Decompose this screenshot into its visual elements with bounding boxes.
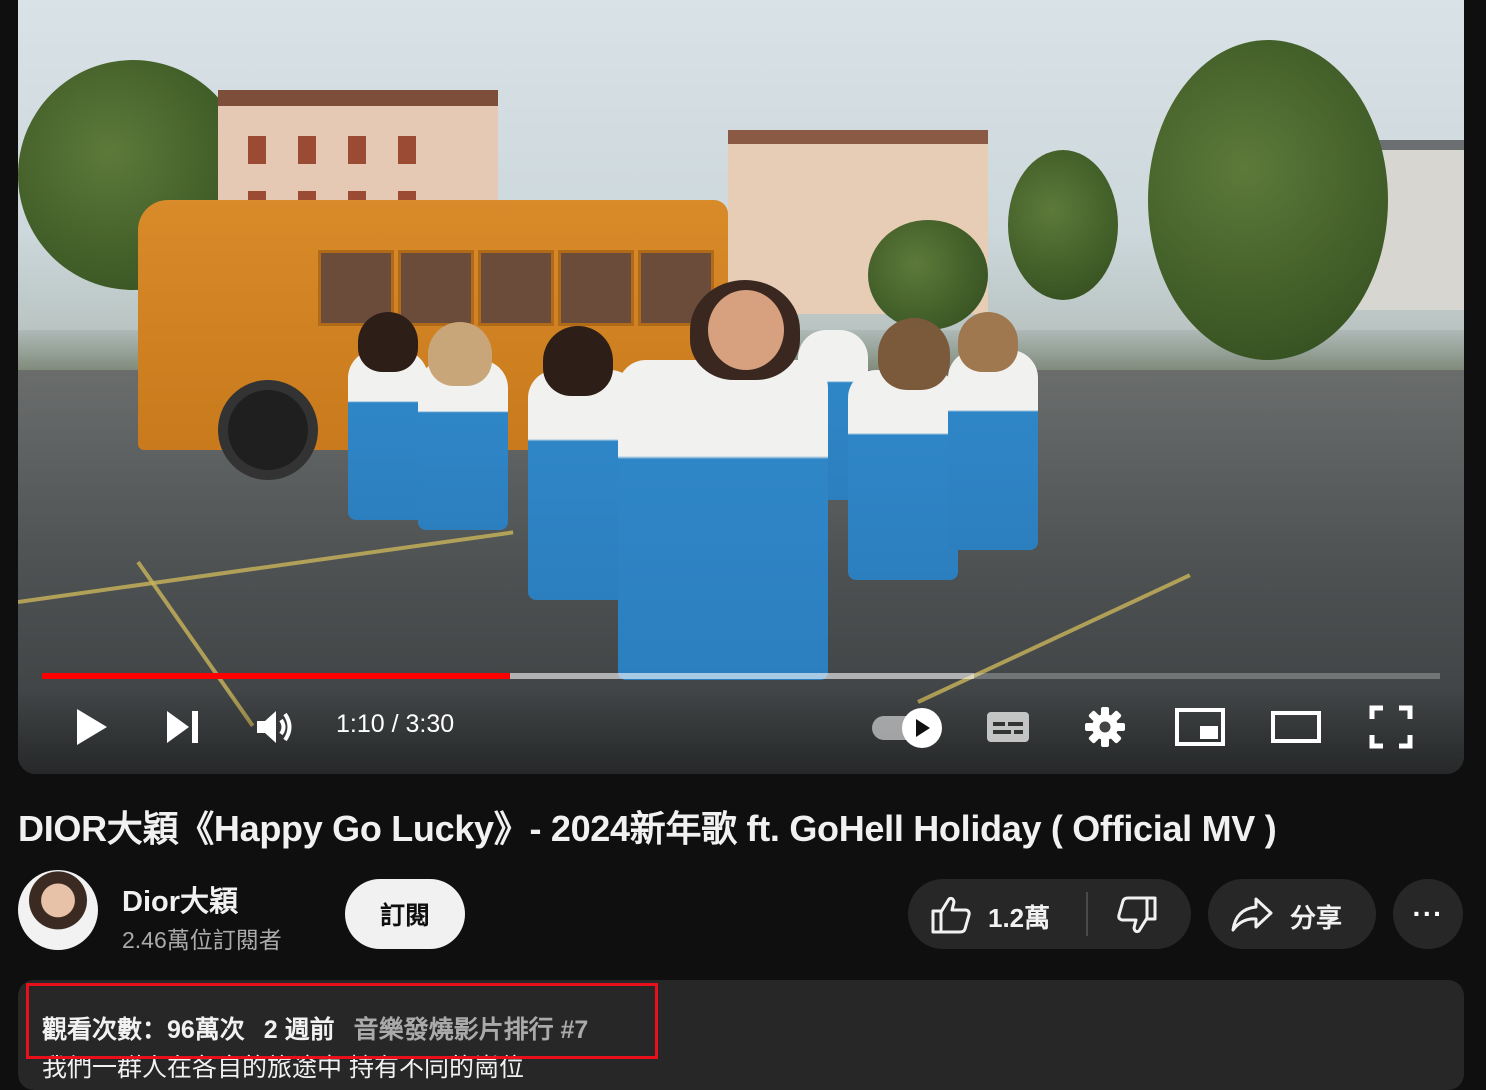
highlight-box — [26, 983, 658, 1059]
share-button[interactable]: 分享 — [1208, 879, 1376, 949]
next-icon — [167, 711, 198, 743]
dislike-button[interactable] — [1088, 879, 1191, 949]
settings-button[interactable] — [1080, 702, 1130, 752]
autoplay-play-icon — [916, 719, 930, 737]
fullscreen-icon — [1369, 705, 1413, 749]
more-actions-button[interactable]: ··· — [1393, 879, 1463, 949]
progress-bar[interactable] — [42, 673, 1440, 679]
share-icon — [1231, 897, 1273, 932]
video-title: DIOR大穎《Happy Go Lucky》- 2024新年歌 ft. GoHe… — [18, 808, 1277, 849]
player-controls: 1:10 / 3:30 — [18, 690, 1464, 774]
progress-played — [42, 673, 511, 679]
video-player[interactable]: 1:10 / 3:30 — [18, 0, 1464, 774]
play-button[interactable] — [66, 702, 116, 752]
theater-icon — [1271, 711, 1321, 743]
thumbs-down-icon — [1117, 896, 1157, 934]
volume-button[interactable] — [250, 702, 300, 752]
like-button[interactable]: 1.2萬 — [908, 879, 1086, 949]
more-icon: ··· — [1412, 898, 1444, 929]
share-label: 分享 — [1290, 903, 1343, 933]
like-dislike-group: 1.2萬 — [908, 879, 1191, 949]
next-button[interactable] — [158, 702, 208, 752]
time-display: 1:10 / 3:30 — [336, 710, 455, 738]
thumbs-up-icon — [931, 896, 971, 934]
play-icon — [77, 709, 107, 745]
subscriber-count: 2.46萬位訂閱者 — [122, 927, 282, 953]
video-frame — [18, 0, 1464, 774]
subscribe-button[interactable]: 訂閱 — [345, 879, 465, 949]
gear-icon — [1085, 707, 1125, 747]
volume-icon — [257, 711, 292, 743]
like-count: 1.2萬 — [988, 903, 1051, 933]
miniplayer-icon — [1175, 708, 1225, 746]
subtitles-button[interactable] — [984, 702, 1032, 752]
theater-mode-button[interactable] — [1268, 702, 1324, 752]
subtitles-icon — [987, 712, 1029, 742]
channel-name[interactable]: Dior大穎 — [122, 878, 238, 920]
autoplay-knob[interactable] — [902, 708, 942, 748]
channel-avatar[interactable] — [18, 870, 98, 950]
miniplayer-button[interactable] — [1172, 702, 1228, 752]
fullscreen-button[interactable] — [1366, 702, 1416, 752]
